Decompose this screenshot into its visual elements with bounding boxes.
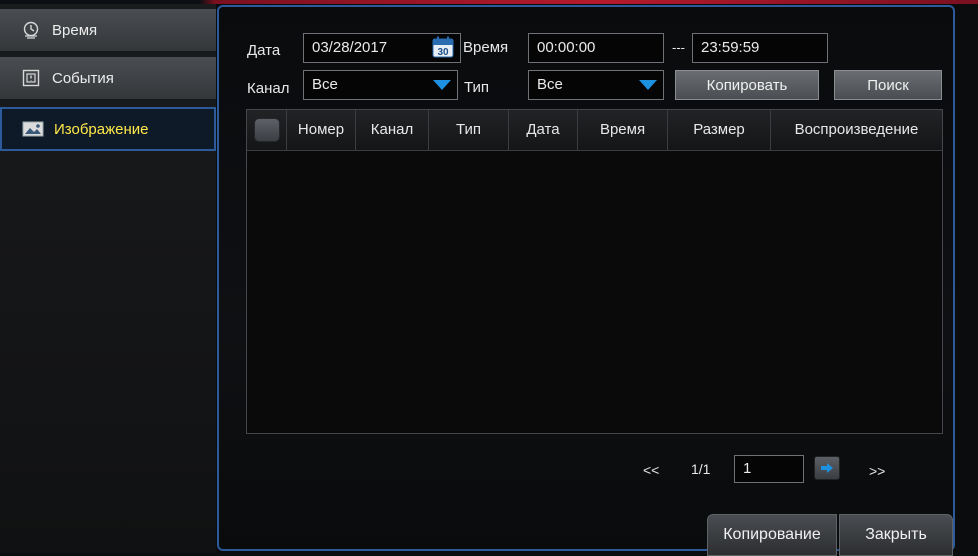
column-header-type[interactable]: Тип — [429, 110, 509, 150]
next-page-button[interactable]: >> — [869, 463, 885, 479]
arrow-right-icon — [821, 460, 833, 477]
column-header-playback[interactable]: Воспроизведение — [771, 110, 942, 150]
channel-value: Все — [312, 76, 338, 93]
copy-button[interactable]: Копировать — [675, 70, 819, 100]
chevron-down-icon — [427, 71, 457, 99]
time-to-field[interactable]: 23:59:59 — [692, 33, 828, 63]
sidebar-item-label: События — [52, 69, 114, 87]
column-header-number[interactable]: Номер — [287, 110, 356, 150]
date-value: 03/28/2017 — [312, 39, 388, 56]
column-header-time[interactable]: Время — [578, 110, 668, 150]
sidebar-item-time[interactable]: Время — [0, 9, 216, 52]
sidebar-item-label: Время — [52, 21, 98, 39]
copying-button[interactable]: Копирование — [707, 514, 837, 556]
calendar-icon[interactable]: 30 — [432, 36, 454, 58]
header-checkbox-cell — [247, 110, 287, 150]
image-icon — [22, 120, 44, 138]
channel-label: Канал — [247, 80, 290, 97]
time-from-value: 00:00:00 — [537, 39, 596, 56]
sidebar-item-image[interactable]: Изображение — [0, 107, 216, 151]
time-to-value: 23:59:59 — [701, 39, 760, 56]
calendar-day-text: 30 — [437, 47, 449, 58]
page-indicator: 1/1 — [691, 461, 711, 477]
type-value: Все — [537, 76, 563, 93]
page-number-input[interactable]: 1 — [734, 455, 804, 483]
table-header: Номер Канал Тип Дата Время Размер Воспро… — [247, 110, 942, 151]
sidebar-item-events[interactable]: События — [0, 57, 216, 100]
type-select[interactable]: Все — [528, 70, 664, 100]
close-button[interactable]: Закрыть — [839, 514, 953, 556]
time-from-field[interactable]: 00:00:00 — [528, 33, 664, 63]
page-number-value: 1 — [743, 460, 752, 477]
type-label: Тип — [464, 79, 490, 96]
go-page-button[interactable] — [814, 456, 840, 480]
sidebar: Время События Изображение — [0, 4, 216, 553]
search-button[interactable]: Поиск — [834, 70, 942, 100]
channel-select[interactable]: Все — [303, 70, 458, 100]
prev-page-button[interactable]: << — [643, 462, 659, 478]
column-header-size[interactable]: Размер — [668, 110, 771, 150]
column-header-channel[interactable]: Канал — [356, 110, 429, 150]
time-separator: --- — [672, 40, 685, 55]
clock-icon — [20, 21, 42, 39]
search-panel: Дата 03/28/2017 30 Время 00:00:00 --- 23… — [217, 5, 955, 556]
sidebar-item-label: Изображение — [54, 120, 149, 138]
time-label: Время — [463, 39, 509, 56]
results-table: Номер Канал Тип Дата Время Размер Воспро… — [246, 109, 943, 434]
chevron-down-icon — [633, 71, 663, 99]
column-header-date[interactable]: Дата — [509, 110, 578, 150]
event-icon — [20, 69, 42, 87]
date-label: Дата — [247, 42, 281, 59]
select-all-checkbox[interactable] — [254, 118, 280, 142]
